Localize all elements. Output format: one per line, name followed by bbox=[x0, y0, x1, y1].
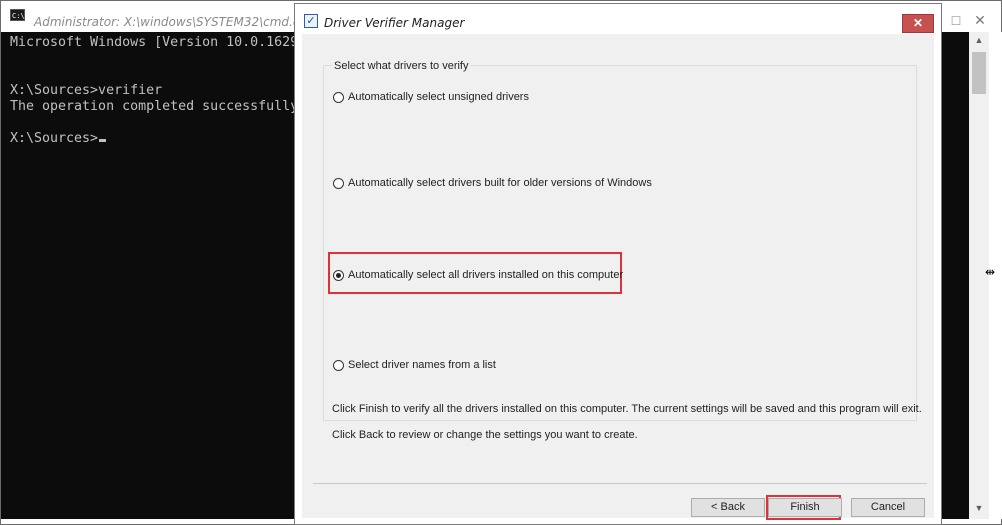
finish-button[interactable]: Finish bbox=[768, 498, 842, 517]
radio-label: Automatically select all drivers install… bbox=[348, 269, 624, 281]
radio-button-selected[interactable] bbox=[333, 269, 344, 281]
radio-all-drivers[interactable]: Automatically select all drivers install… bbox=[333, 267, 623, 283]
radio-label: Select driver names from a list bbox=[348, 359, 496, 371]
console-line: The operation completed successfully bbox=[10, 99, 299, 114]
radio-driver-list[interactable]: Select driver names from a list bbox=[333, 357, 496, 373]
radio-label: Automatically select drivers built for o… bbox=[348, 177, 652, 189]
driver-verifier-dialog: ✓ Driver Verifier Manager ✕ Select what … bbox=[294, 3, 942, 525]
console-prompt: X:\Sources> bbox=[10, 131, 99, 146]
scroll-down-arrow-icon[interactable]: ▼ bbox=[969, 500, 989, 517]
console-line: X:\Sources>verifier bbox=[10, 83, 163, 98]
group-label: Select what drivers to verify bbox=[332, 60, 471, 72]
radio-older-windows-drivers[interactable]: Automatically select drivers built for o… bbox=[333, 175, 652, 191]
text-cursor bbox=[99, 139, 107, 142]
dialog-content: Select what drivers to verify Automatica… bbox=[302, 34, 934, 520]
dialog-edge bbox=[934, 34, 941, 518]
cmd-app-icon: C:\. bbox=[10, 9, 29, 21]
button-separator bbox=[313, 483, 927, 484]
finish-info-text: Click Finish to verify all the drivers i… bbox=[332, 403, 922, 415]
console-line: Microsoft Windows [Version 10.0.1629 bbox=[10, 35, 299, 50]
radio-button[interactable] bbox=[333, 177, 344, 189]
cmd-window-title: Administrator: X:\windows\SYSTEM32\cmd.e… bbox=[34, 15, 315, 29]
scroll-thumb[interactable] bbox=[972, 52, 986, 94]
dialog-frame: ✓ Driver Verifier Manager ✕ Select what … bbox=[295, 4, 941, 524]
back-button[interactable]: < Back bbox=[691, 498, 765, 517]
radio-label: Automatically select unsigned drivers bbox=[348, 91, 529, 103]
scroll-up-arrow-icon[interactable]: ▲ bbox=[969, 32, 989, 49]
back-info-text: Click Back to review or change the setti… bbox=[332, 429, 638, 441]
radio-unsigned-drivers[interactable]: Automatically select unsigned drivers bbox=[333, 89, 529, 105]
radio-button[interactable] bbox=[333, 91, 344, 103]
cmd-maximize-icon[interactable]: □ bbox=[945, 11, 967, 29]
console-prompt-line: X:\Sources> bbox=[10, 131, 107, 147]
resize-cursor-icon: ⇹ bbox=[985, 265, 996, 279]
dialog-title: Driver Verifier Manager bbox=[324, 16, 465, 30]
cancel-button[interactable]: Cancel bbox=[851, 498, 925, 517]
dialog-close-button[interactable]: ✕ bbox=[902, 14, 934, 33]
cmd-close-icon[interactable]: ✕ bbox=[969, 11, 991, 29]
verifier-app-icon: ✓ bbox=[304, 14, 318, 28]
radio-button[interactable] bbox=[333, 359, 344, 371]
dialog-titlebar[interactable]: ✓ Driver Verifier Manager ✕ bbox=[295, 4, 941, 34]
